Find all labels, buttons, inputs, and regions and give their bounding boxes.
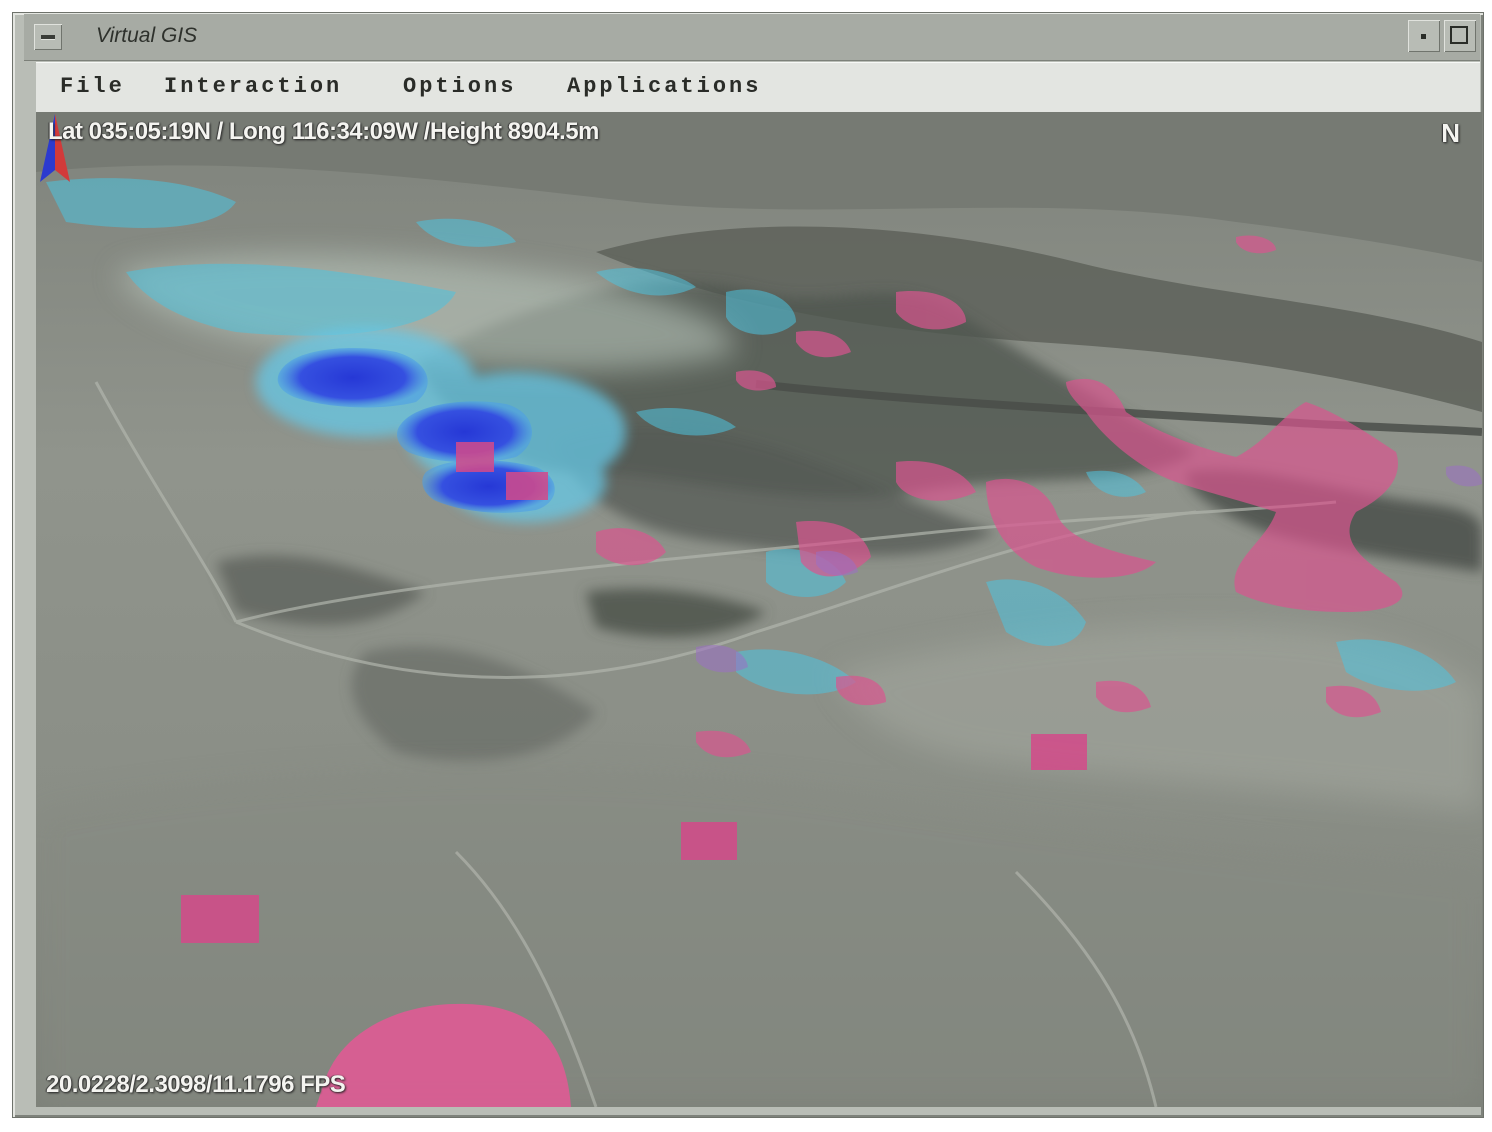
maximize-button[interactable] [1444, 20, 1476, 52]
window-title: Virtual GIS [96, 24, 198, 47]
menu-file[interactable]: File [60, 74, 125, 99]
window-menu-button[interactable] [34, 24, 62, 50]
minimize-button[interactable] [1408, 20, 1440, 52]
coordinate-readout: Lat 035:05:19N / Long 116:34:09W /Height… [48, 118, 599, 145]
title-bar[interactable]: Virtual GIS [24, 14, 1480, 61]
menu-applications[interactable]: Applications [567, 74, 761, 99]
3d-terrain-viewport[interactable]: Lat 035:05:19N / Long 116:34:09W /Height… [36, 112, 1482, 1107]
menu-bar: File Interaction Options Applications [36, 62, 1480, 113]
north-label: N [1441, 118, 1460, 148]
menu-options[interactable]: Options [403, 74, 516, 99]
terrain-scene[interactable] [36, 112, 1482, 1107]
menu-interaction[interactable]: Interaction [164, 74, 342, 99]
fps-readout: 20.0228/2.3098/11.1796 FPS [46, 1071, 346, 1098]
